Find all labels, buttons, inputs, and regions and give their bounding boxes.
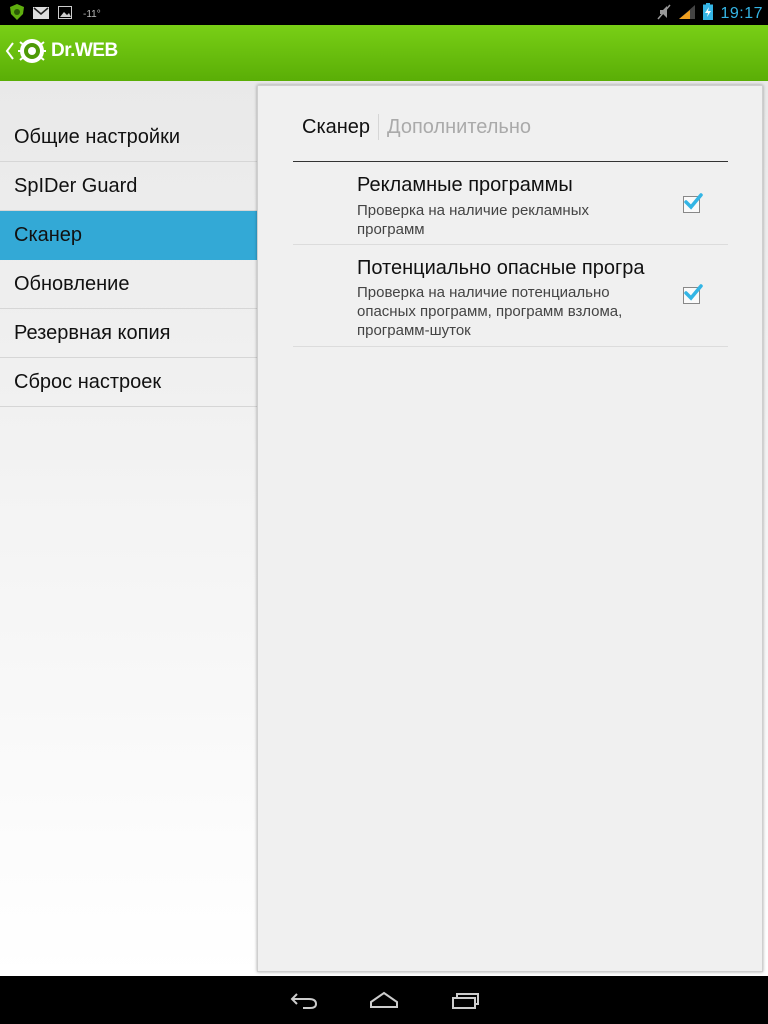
pref-adware-checkbox[interactable] (683, 193, 703, 213)
sidebar-item-update[interactable]: Обновление (0, 260, 257, 309)
sidebar-item-backup[interactable]: Резервная копия (0, 309, 257, 358)
sidebar-item-general[interactable]: Общие настройки (0, 113, 257, 162)
tab-scanner[interactable]: Сканер (302, 115, 370, 139)
notification-icons: -11° (10, 4, 101, 25)
home-icon[interactable] (368, 988, 400, 1017)
tab-advanced[interactable]: Дополнительно (387, 115, 531, 139)
system-icons: 19:17 (657, 3, 763, 25)
pref-adware-summary: Проверка на наличие рекламных программ (357, 202, 589, 238)
checkmark-icon (684, 284, 703, 301)
pref-riskware-summary: Проверка на наличие потенциально опасных… (357, 284, 623, 339)
sidebar-item-spider-guard[interactable]: SpIDer Guard (0, 162, 257, 211)
up-navigation-icon[interactable] (5, 41, 15, 66)
battery-charging-icon (703, 3, 714, 25)
sidebar-item-reset[interactable]: Сброс настроек (0, 358, 257, 407)
status-bar: -11° 19:17 (0, 0, 768, 25)
tab-divider (378, 114, 380, 140)
pref-adware[interactable]: Рекламные программы Проверка на наличие … (293, 162, 728, 245)
tab-bar: Сканер Дополнительно (302, 114, 531, 140)
pref-riskware-title: Потенциально опасные програ (357, 257, 645, 279)
sidebar-list: Общие настройки SpIDer Guard Сканер Обно… (0, 113, 257, 407)
pref-riskware[interactable]: Потенциально опасные програ Проверка на … (293, 245, 728, 347)
sidebar-item-scanner[interactable]: Сканер (0, 211, 257, 260)
gmail-icon (33, 6, 49, 24)
signal-icon (678, 4, 696, 25)
app-title[interactable]: Dr.WEB (51, 40, 118, 62)
settings-content: Общие настройки SpIDer Guard Сканер Обно… (0, 81, 768, 976)
scanner-settings-panel: Сканер Дополнительно Рекламные программы… (257, 85, 763, 972)
drweb-logo-icon[interactable] (17, 36, 47, 71)
clock: 19:17 (720, 5, 763, 22)
settings-sidebar: Общие настройки SpIDer Guard Сканер Обно… (0, 81, 257, 976)
drweb-shield-icon (10, 4, 24, 25)
mute-icon (657, 4, 672, 25)
action-bar: Dr.WEB (0, 25, 768, 81)
temperature: -11° (83, 9, 101, 20)
pref-adware-title: Рекламные программы (357, 174, 573, 196)
gallery-icon (58, 5, 72, 24)
pref-riskware-checkbox[interactable] (683, 284, 703, 304)
navigation-bar (0, 976, 768, 1024)
checkmark-icon (684, 193, 703, 210)
recent-apps-icon[interactable] (450, 988, 480, 1017)
back-icon[interactable] (289, 988, 319, 1017)
